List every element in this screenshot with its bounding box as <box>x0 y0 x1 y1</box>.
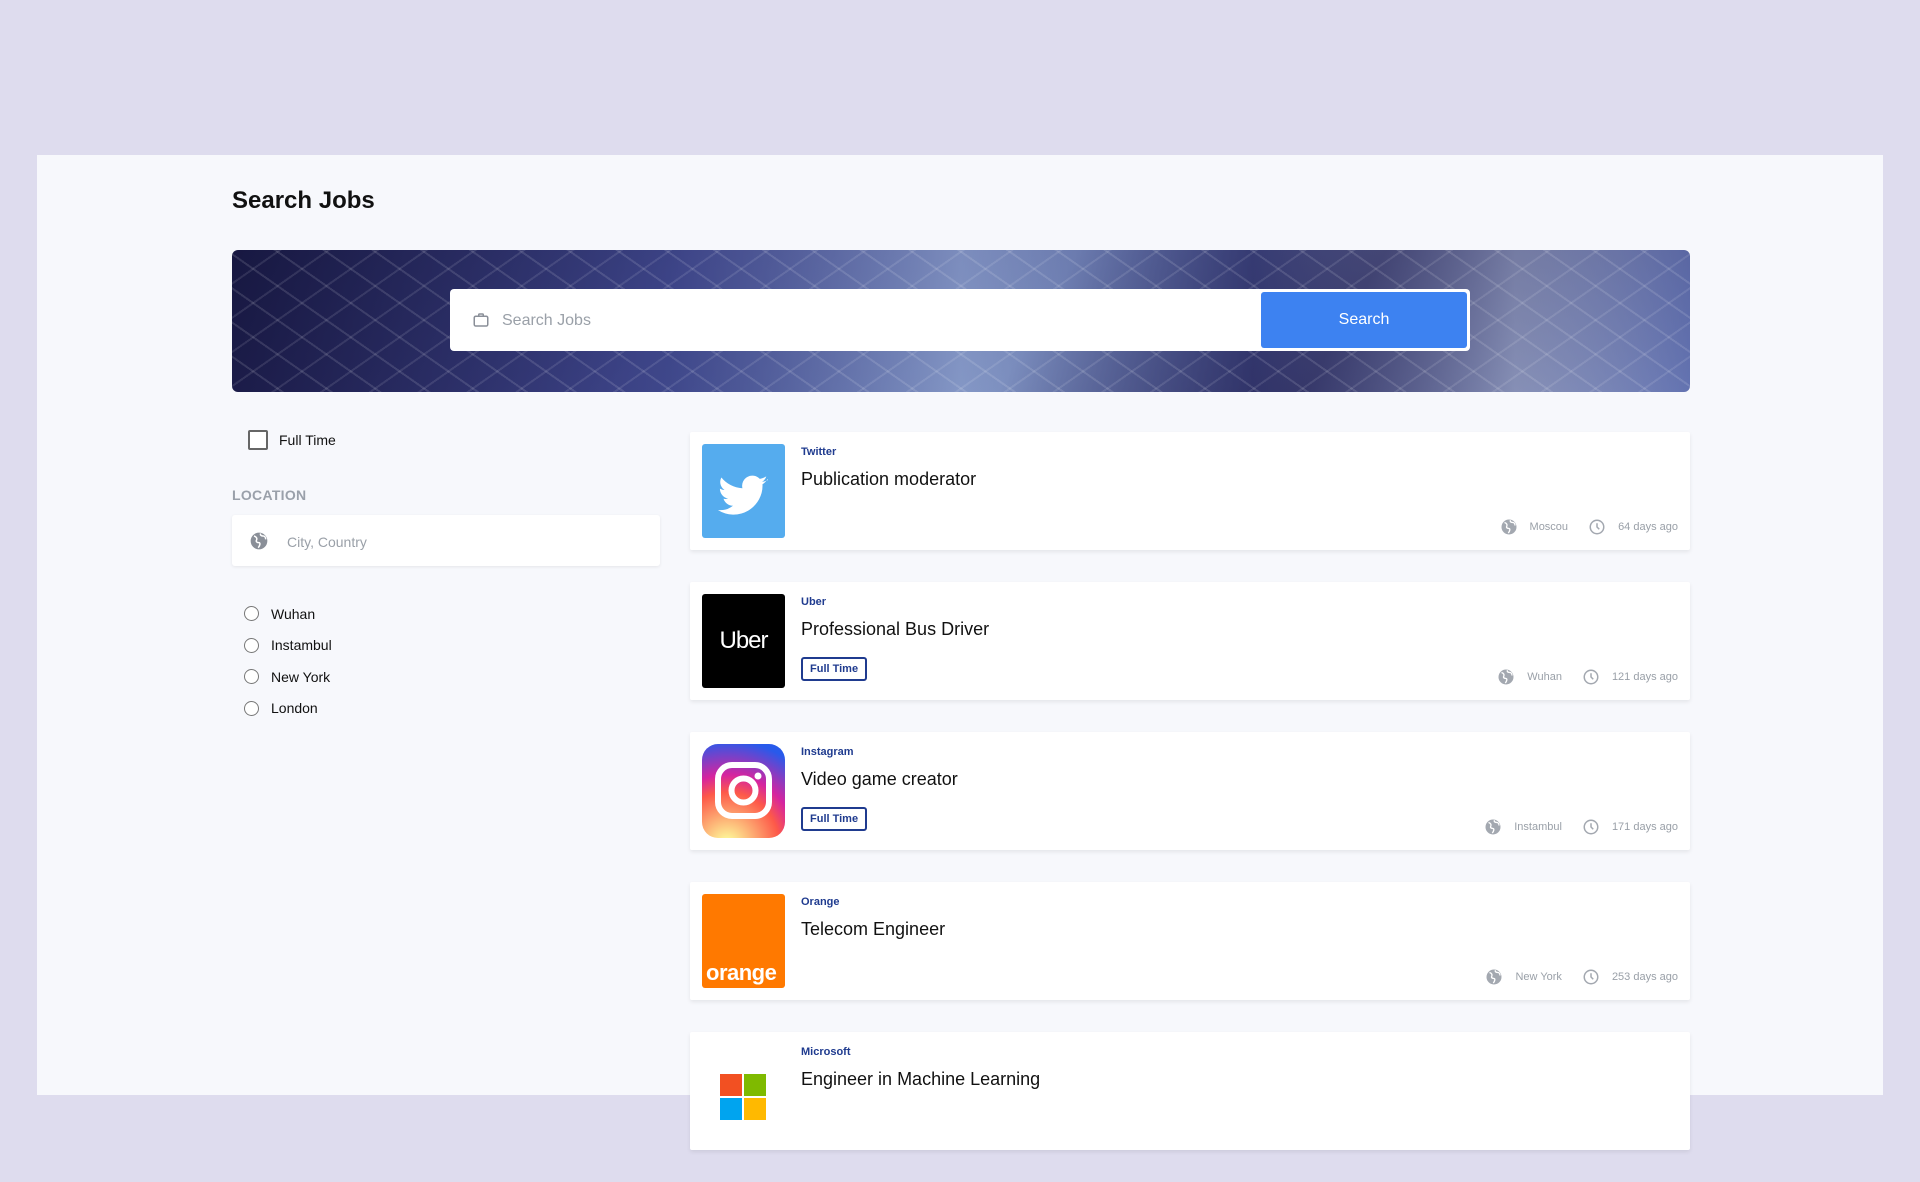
full-time-badge: Full Time <box>801 807 868 831</box>
page-title: Search Jobs <box>232 187 375 214</box>
clock-icon <box>1583 969 1599 985</box>
company-name: Microsoft <box>801 1046 851 1058</box>
instagram-logo <box>702 744 785 838</box>
job-posted: 171 days ago <box>1611 821 1678 833</box>
city-label: London <box>271 700 318 717</box>
city-option-new-york[interactable]: New York <box>244 661 332 693</box>
job-title[interactable]: Video game creator <box>801 769 958 790</box>
globe-icon <box>1501 519 1517 535</box>
radio-button[interactable] <box>244 606 259 622</box>
uber-logo: Uber <box>702 594 785 688</box>
clock-icon <box>1583 669 1599 685</box>
location-heading: LOCATION <box>232 487 307 503</box>
full-time-badge: Full Time <box>801 657 868 681</box>
microsoft-logo <box>702 1044 785 1138</box>
city-label: Wuhan <box>271 605 316 622</box>
full-time-checkbox[interactable] <box>248 430 268 450</box>
city-label: Instambul <box>271 637 332 654</box>
globe-icon <box>1485 819 1501 835</box>
radio-button[interactable] <box>244 700 259 716</box>
page-container: Search Jobs Search Full Time LOCATION <box>37 155 1883 1150</box>
hero-banner: Search <box>232 250 1690 392</box>
job-meta: New York 253 days ago <box>1485 968 1678 986</box>
job-card[interactable]: Instagram Video game creator Full Time I… <box>690 732 1690 850</box>
globe-icon <box>1486 969 1502 985</box>
orange-logo: orange <box>702 894 785 988</box>
search-input[interactable] <box>500 301 1244 341</box>
job-location: Instambul <box>1514 821 1562 833</box>
job-title[interactable]: Telecom Engineer <box>801 919 945 940</box>
full-time-filter[interactable]: Full Time <box>248 430 336 450</box>
job-posted: 64 days ago <box>1618 521 1678 533</box>
location-field <box>232 515 660 566</box>
job-location: New York <box>1515 971 1562 983</box>
job-location: Moscou <box>1529 521 1569 533</box>
briefcase-icon <box>473 313 489 327</box>
job-posted: 121 days ago <box>1611 671 1678 683</box>
city-option-london[interactable]: London <box>244 693 332 725</box>
job-card[interactable]: Uber Uber Professional Bus Driver Full T… <box>690 582 1690 700</box>
job-title[interactable]: Publication moderator <box>801 469 976 490</box>
company-name: Twitter <box>801 446 837 458</box>
job-posted: 253 days ago <box>1611 971 1678 983</box>
clock-icon <box>1589 519 1605 535</box>
full-time-label: Full Time <box>279 432 336 448</box>
search-button[interactable]: Search <box>1261 292 1467 348</box>
radio-button[interactable] <box>244 637 259 653</box>
job-meta: Wuhan 121 days ago <box>1497 668 1678 686</box>
job-list: Twitter Publication moderator Moscou 64 … <box>690 432 1690 1182</box>
city-radio-list: Wuhan Instambul New York London <box>244 598 332 724</box>
radio-button[interactable] <box>244 669 259 685</box>
company-name: Uber <box>801 596 827 608</box>
globe-icon <box>250 532 268 550</box>
search-bar: Search <box>450 289 1470 351</box>
company-name: Orange <box>801 896 840 908</box>
job-card[interactable]: Twitter Publication moderator Moscou 64 … <box>690 432 1690 550</box>
company-name: Instagram <box>801 746 854 758</box>
city-option-instambul[interactable]: Instambul <box>244 630 332 662</box>
job-card[interactable]: Microsoft Engineer in Machine Learning <box>690 1032 1690 1150</box>
city-option-wuhan[interactable]: Wuhan <box>244 598 332 630</box>
city-label: New York <box>271 668 331 685</box>
globe-icon <box>1498 669 1514 685</box>
job-meta: Instambul 171 days ago <box>1484 818 1678 836</box>
location-input[interactable] <box>285 527 649 557</box>
job-location: Wuhan <box>1527 671 1562 683</box>
clock-icon <box>1583 819 1599 835</box>
job-title[interactable]: Professional Bus Driver <box>801 619 989 640</box>
twitter-logo <box>702 444 785 538</box>
job-card[interactable]: orange Orange Telecom Engineer New York … <box>690 882 1690 1000</box>
job-meta: Moscou 64 days ago <box>1500 518 1678 536</box>
